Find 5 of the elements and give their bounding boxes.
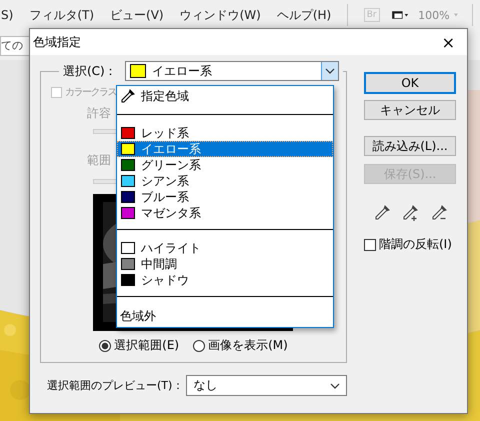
menu-item[interactable]: フィルタ(T)	[21, 6, 102, 24]
menu-item[interactable]: ビュー(V)	[102, 6, 172, 24]
menu-item[interactable]: ヘルプ(H)	[268, 6, 340, 24]
menu-item[interactable]: ウィンドウ(W)	[172, 6, 269, 24]
menu-item[interactable]: S)	[0, 8, 22, 22]
